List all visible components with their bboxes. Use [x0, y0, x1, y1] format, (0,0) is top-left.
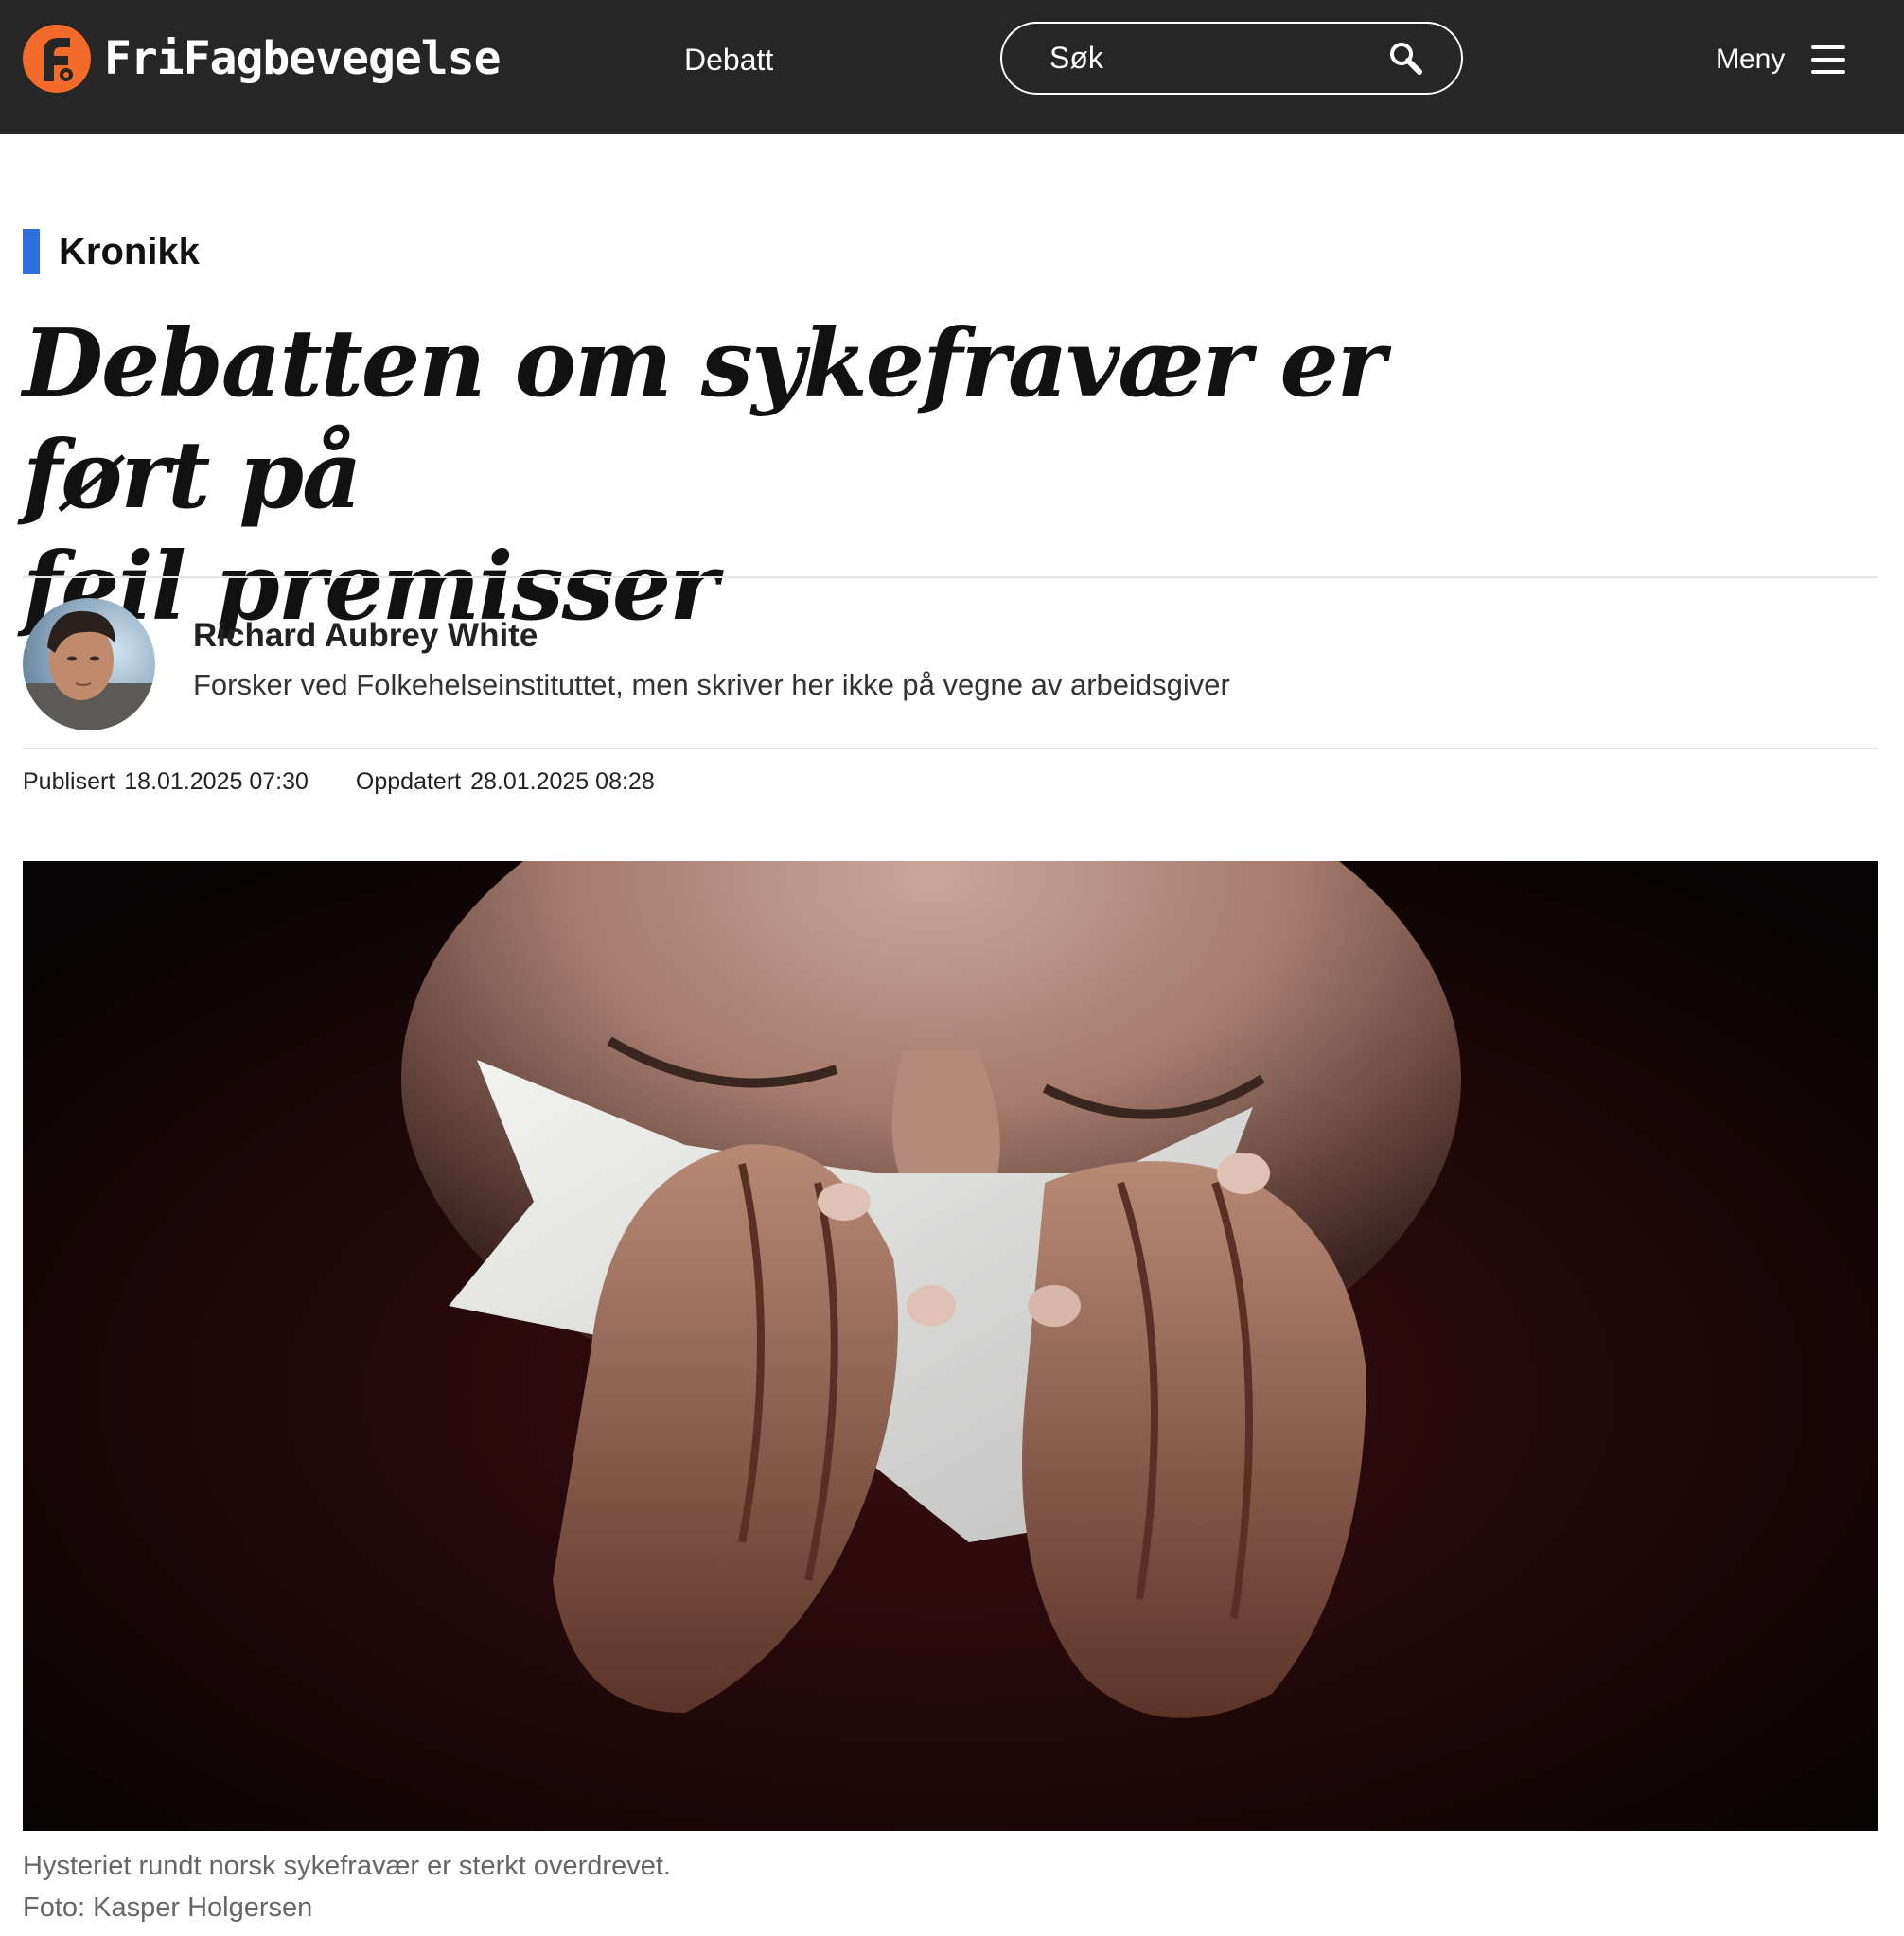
published-value: 18.01.2025 07:30: [124, 768, 309, 795]
photo-credit: Foto: Kasper Holgersen: [23, 1892, 313, 1923]
image-caption: Hysteriet rundt norsk sykefravær er ster…: [23, 1845, 671, 1928]
frifagbevegelse-logo-icon: [23, 25, 91, 93]
updated-label: Oppdatert: [355, 768, 462, 795]
search-icon[interactable]: [1387, 40, 1425, 78]
updated-value: 28.01.2025 08:28: [470, 768, 655, 795]
nav-link-debatt[interactable]: Debatt: [684, 38, 773, 81]
author-avatar[interactable]: [23, 598, 155, 730]
menu-button[interactable]: Meny: [1716, 38, 1846, 81]
kicker-label: Kronikk: [59, 230, 200, 273]
published-date: Publisert 18.01.2025 07:30: [23, 768, 318, 796]
kicker-accent-bar: [23, 229, 40, 274]
hero-photo-person-blowing-nose: [23, 861, 1878, 1831]
updated-date: Oppdatert 28.01.2025 08:28: [356, 768, 664, 796]
article-kicker: Kronikk: [23, 229, 200, 274]
author-name[interactable]: Richard Aubrey White: [193, 617, 538, 655]
headline-line-1: Debatten om sykefravær er ført på: [23, 309, 1385, 530]
logo-text: FriFagbevegelse: [104, 32, 501, 85]
published-label: Publisert: [23, 768, 115, 795]
site-logo[interactable]: FriFagbevegelse: [23, 25, 501, 93]
author-photo: [23, 598, 155, 730]
site-header: FriFagbevegelse Debatt Søk Meny: [0, 0, 1904, 134]
divider: [23, 576, 1878, 578]
hamburger-menu-icon: [1811, 45, 1846, 74]
article-headline: Debatten om sykefravær er ført på feil p…: [23, 308, 1499, 643]
search-input[interactable]: Søk: [1000, 22, 1463, 95]
divider: [23, 748, 1878, 749]
article-hero-image: [23, 861, 1878, 1831]
author-role: Forsker ved Folkehelseinstituttet, men s…: [193, 668, 1230, 701]
search-placeholder: Søk: [1049, 41, 1103, 75]
menu-label: Meny: [1716, 44, 1786, 75]
caption-text: Hysteriet rundt norsk sykefravær er ster…: [23, 1851, 671, 1881]
article-dates: Publisert 18.01.2025 07:30 Oppdatert 28.01…: [23, 768, 702, 796]
